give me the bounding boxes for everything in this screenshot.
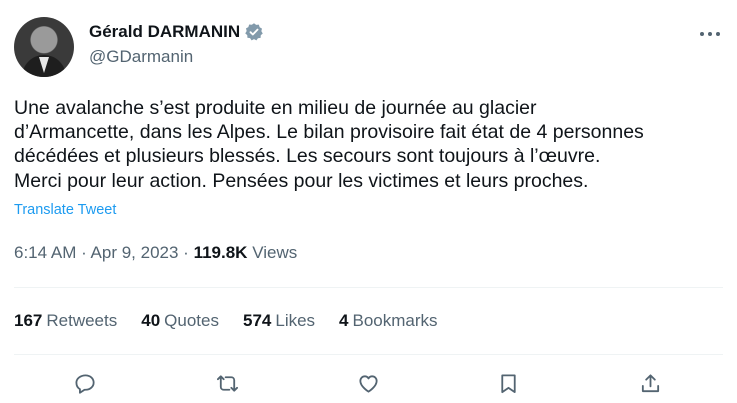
action-bar xyxy=(0,366,737,400)
retweets-stat[interactable]: 167 Retweets xyxy=(14,311,117,331)
more-options-button[interactable] xyxy=(696,20,724,48)
avatar[interactable] xyxy=(14,17,74,77)
retweet-button[interactable] xyxy=(210,366,244,400)
tweet-time[interactable]: 6:14 AM xyxy=(14,243,76,262)
bookmarks-label: Bookmarks xyxy=(352,311,438,330)
engagement-stats: 167 Retweets 40 Quotes 574 Likes 4 Bookmarks xyxy=(14,311,438,331)
verified-badge-icon xyxy=(245,23,263,41)
meta-separator: · xyxy=(76,243,91,262)
retweet-icon xyxy=(216,374,238,392)
bookmark-icon xyxy=(500,373,516,393)
share-icon xyxy=(641,373,659,392)
tweet-meta: 6:14 AM · Apr 9, 2023 · 119.8K Views xyxy=(14,243,297,263)
views-label: Views xyxy=(252,243,298,262)
reply-button[interactable] xyxy=(68,366,102,400)
like-button[interactable] xyxy=(351,366,385,400)
translate-tweet-link[interactable]: Translate Tweet xyxy=(14,202,116,218)
reply-icon xyxy=(74,373,95,394)
divider xyxy=(14,287,723,288)
author-name-row[interactable]: Gérald DARMANIN xyxy=(89,22,264,42)
tweet-text: Une avalanche s’est produite en milieu d… xyxy=(14,97,644,192)
retweets-count: 167 xyxy=(14,311,43,330)
author-handle[interactable]: @GDarmanin xyxy=(89,47,193,67)
bookmarks-count: 4 xyxy=(339,311,349,330)
quotes-label: Quotes xyxy=(164,311,219,330)
views-count: 119.8K xyxy=(193,243,248,262)
quotes-count: 40 xyxy=(141,311,161,330)
more-dots-icon xyxy=(700,32,720,36)
likes-label: Likes xyxy=(275,311,316,330)
retweets-label: Retweets xyxy=(46,311,118,330)
like-icon xyxy=(358,374,378,393)
meta-separator: · xyxy=(178,243,194,262)
likes-count: 574 xyxy=(242,311,272,330)
tweet-card: Gérald DARMANIN @GDarmanin Une avalanche… xyxy=(0,0,737,403)
quotes-stat[interactable]: 40 Quotes xyxy=(141,311,219,331)
share-button[interactable] xyxy=(633,366,667,400)
author-name[interactable]: Gérald DARMANIN xyxy=(89,22,240,42)
bookmark-button[interactable] xyxy=(491,366,525,400)
likes-stat[interactable]: 574 Likes xyxy=(243,311,315,331)
tweet-date[interactable]: Apr 9, 2023 xyxy=(91,243,179,262)
bookmarks-stat[interactable]: 4 Bookmarks xyxy=(339,311,438,331)
divider xyxy=(14,354,723,355)
